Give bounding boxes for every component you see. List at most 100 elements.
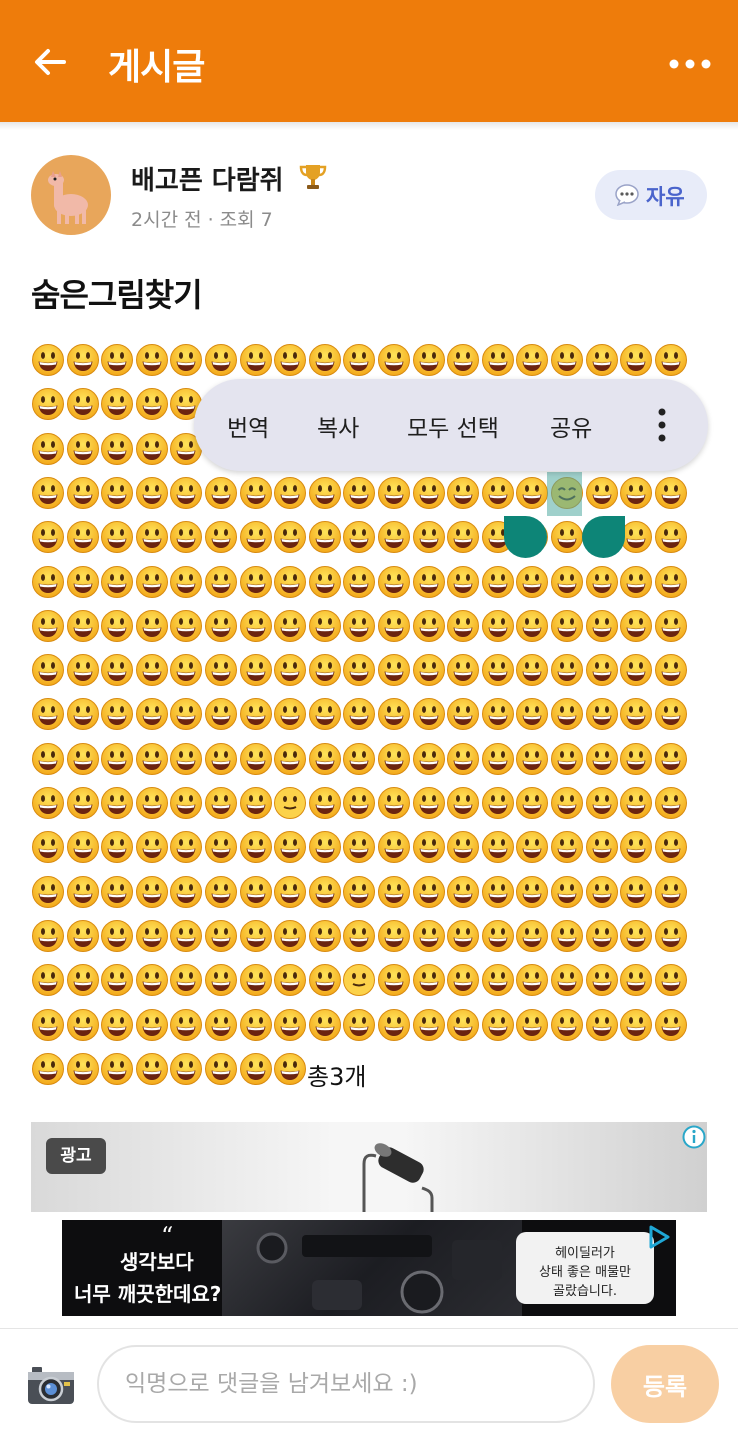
text-selection-menu: 번역 복사 모두 선택 공유 [194,379,708,471]
ad-headline-2: 너무 깨끗한데요? [74,1282,222,1306]
menu-item-share[interactable]: 공유 [550,409,592,443]
grinning-face-icon [412,786,446,820]
avatar[interactable] [31,155,111,235]
grinning-face-icon [308,343,342,377]
grinning-face-icon [169,742,203,776]
grinning-face-icon [66,742,100,776]
grinning-face-icon [585,786,619,820]
grinning-face-icon [481,786,515,820]
grinning-face-icon [481,742,515,776]
selection-handle-start[interactable] [504,516,547,558]
grinning-face-icon [135,919,169,953]
more-vertical-icon[interactable] [652,407,672,443]
menu-item-copy[interactable]: 복사 [317,409,359,443]
grinning-face-icon [585,343,619,377]
grinning-face-icon [342,609,376,643]
grinning-face-icon [515,742,549,776]
grinning-face-icon [550,786,584,820]
grinning-face-icon [169,609,203,643]
more-horizontal-icon[interactable] [664,50,716,78]
grinning-face-icon [31,387,65,421]
grinning-face-icon [66,432,100,466]
grinning-face-icon [515,697,549,731]
grinning-face-icon [515,609,549,643]
grinning-face-icon [481,609,515,643]
grinning-face-icon [654,653,688,687]
grinning-face-icon [135,830,169,864]
grinning-face-icon [342,830,376,864]
grinning-face-icon [66,343,100,377]
grinning-face-icon [550,1008,584,1042]
submit-comment-button[interactable]: 등록 [611,1345,719,1423]
grinning-face-icon [342,697,376,731]
grinning-face-icon [66,476,100,510]
comment-input[interactable] [97,1345,595,1423]
ad-car-dashboard-icon [256,1232,502,1314]
grinning-face-icon [100,343,134,377]
grinning-face-icon [100,520,134,554]
grinning-face-icon [204,1008,238,1042]
grinning-face-icon [446,830,480,864]
ad-banner[interactable]: 광고 [31,1122,707,1212]
grinning-face-icon [31,565,65,599]
ad-creative[interactable]: “ 생각보다 너무 깨끗한데요? 헤이딜러가 상태 좋은 매물만 골랐습니다. [62,1220,676,1316]
grinning-face-icon [585,476,619,510]
ad-label: 광고 [46,1138,106,1174]
grinning-face-icon [169,520,203,554]
category-label: 자유 [646,185,685,209]
llama-avatar-icon [48,171,88,224]
grinning-face-icon [377,830,411,864]
grinning-face-icon [239,786,273,820]
grinning-face-icon [31,919,65,953]
menu-item-select-all[interactable]: 모두 선택 [407,409,499,443]
grinning-face-icon [135,742,169,776]
grinning-face-icon [515,653,549,687]
grinning-face-icon [515,476,549,510]
menu-item-translate[interactable]: 번역 [227,409,269,443]
grinning-face-icon [342,1008,376,1042]
grinning-face-icon [619,786,653,820]
grinning-face-icon [446,653,480,687]
grinning-face-icon [66,875,100,909]
grinning-face-icon [342,742,376,776]
grinning-face-icon [100,919,134,953]
author-name[interactable]: 배고픈 다람쥐 [131,160,284,197]
adchoices-icon[interactable] [646,1224,672,1250]
neutral-smile-face-icon [342,963,376,997]
selection-handle-end[interactable] [582,516,625,558]
grinning-face-icon [342,875,376,909]
grinning-face-icon [377,963,411,997]
grinning-face-icon [377,875,411,909]
grinning-face-icon [169,919,203,953]
grinning-face-icon [135,476,169,510]
grinning-face-icon [169,786,203,820]
grinning-face-icon [169,1052,203,1086]
grinning-face-icon [342,653,376,687]
grinning-face-icon [100,565,134,599]
grinning-face-icon [412,742,446,776]
grinning-face-icon [31,520,65,554]
arrow-left-icon[interactable] [30,42,70,82]
grinning-face-icon [412,875,446,909]
grinning-face-icon [515,830,549,864]
grinning-face-icon [585,565,619,599]
category-chip[interactable]: 자유 [595,170,707,220]
grinning-face-icon [654,742,688,776]
grinning-face-icon [412,830,446,864]
grinning-face-icon [308,609,342,643]
grinning-face-icon [66,1052,100,1086]
grinning-face-icon [654,476,688,510]
grinning-face-icon [342,786,376,820]
ad-car-interior-image [222,1220,522,1316]
camera-icon[interactable] [26,1362,76,1408]
grinning-face-icon [273,343,307,377]
grinning-face-icon [412,565,446,599]
info-icon[interactable] [681,1124,707,1150]
grinning-face-icon [446,742,480,776]
grinning-face-icon [239,742,273,776]
grinning-face-icon [515,343,549,377]
grinning-face-icon [446,609,480,643]
grinning-face-icon [31,742,65,776]
grinning-face-icon [204,786,238,820]
grinning-face-icon [585,1008,619,1042]
